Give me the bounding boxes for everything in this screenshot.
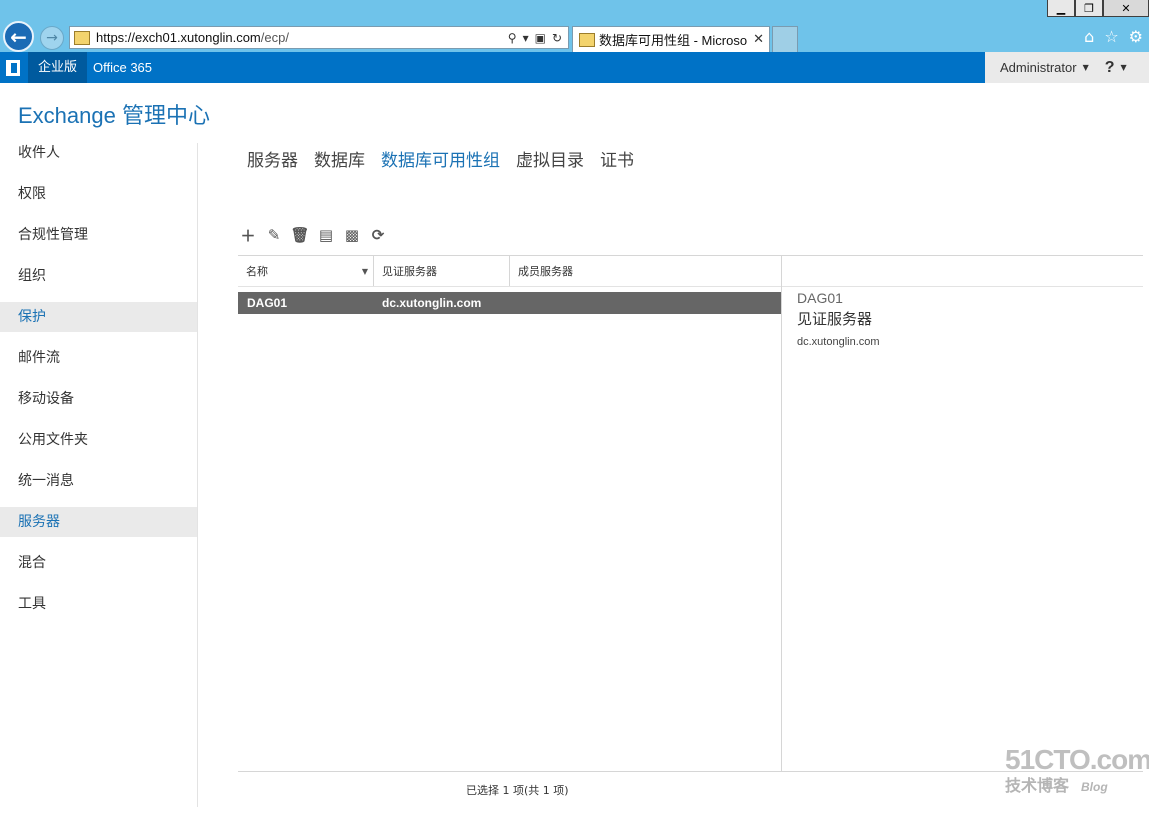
delete-icon[interactable]: 🗑 — [290, 226, 309, 244]
table-header: 名称 ▼ 见证服务器 成员服务器 — [238, 256, 781, 286]
sort-down-icon[interactable]: ▼ — [362, 267, 368, 276]
nav-divider — [197, 143, 198, 807]
list-details-split — [781, 256, 782, 771]
chevron-down-icon: ▼ — [1082, 63, 1089, 72]
exchange-favicon-icon — [74, 30, 90, 45]
details-value: dc.xutonglin.com — [797, 336, 880, 348]
table-row[interactable]: DAG01 dc.xutonglin.com — [238, 292, 781, 314]
restore-icon[interactable]: ❐ — [1075, 0, 1103, 17]
watermark-label: 技术博客 — [1005, 776, 1070, 795]
back-button[interactable]: ← — [3, 21, 34, 52]
url-path: /ecp/ — [260, 30, 289, 45]
tab-virtual-directories[interactable]: 虚拟目录 — [516, 146, 584, 171]
forward-button[interactable]: → — [40, 26, 64, 50]
refresh-icon[interactable]: ⟳ — [370, 226, 386, 244]
nav-item-public-folders[interactable]: 公用文件夹 — [0, 425, 197, 455]
reload-icon[interactable]: ↻ — [552, 31, 562, 45]
column-label: 成员服务器 — [518, 265, 573, 278]
nav-item-tools[interactable]: 工具 — [0, 589, 197, 619]
selection-status: 已选择 1 项(共 1 项) — [466, 784, 569, 797]
app-title: Exchange 管理中心 — [18, 103, 210, 128]
browser-chrome: ▁ ❐ ✕ ← → https://exch01.xutonglin.com/e… — [0, 0, 1149, 52]
row-witness: dc.xutonglin.com — [382, 296, 482, 310]
tab-strip: 服务器 数据库 数据库可用性组 虚拟目录 证书 — [247, 146, 634, 171]
favorites-star-icon[interactable]: ☆ — [1104, 27, 1118, 46]
help-button[interactable]: ? — [1105, 59, 1115, 77]
add-icon[interactable]: ＋ — [240, 226, 256, 245]
details-heading: 见证服务器 — [797, 310, 873, 328]
tab-close-icon[interactable]: ✕ — [748, 32, 769, 47]
row-name: DAG01 — [247, 296, 288, 310]
network-settings-icon[interactable]: ▩ — [344, 226, 360, 244]
nav-item-hybrid[interactable]: 混合 — [0, 548, 197, 578]
nav-item-servers[interactable]: 服务器 — [0, 507, 197, 537]
details-divider — [782, 286, 1143, 287]
tab-servers[interactable]: 服务器 — [247, 146, 298, 171]
suite-bar: 企业版 Office 365 Administrator ▼ ? ▼ — [0, 52, 1149, 83]
details-name: DAG01 — [797, 290, 843, 306]
nav-item-compliance[interactable]: 合规性管理 — [0, 220, 197, 250]
nav-item-permissions[interactable]: 权限 — [0, 179, 197, 209]
browser-tab[interactable]: 数据库可用性组 - Microso... ✕ — [572, 26, 770, 52]
nav-item-protection[interactable]: 保护 — [0, 302, 197, 332]
user-menu[interactable]: Administrator ▼ ? ▼ — [985, 52, 1149, 83]
home-icon[interactable]: ⌂ — [1084, 27, 1094, 46]
arrow-right-icon: → — [46, 30, 58, 46]
nav-item-organization[interactable]: 组织 — [0, 261, 197, 291]
tab-certificates[interactable]: 证书 — [600, 146, 634, 171]
tab-databases[interactable]: 数据库 — [314, 146, 365, 171]
header-divider — [238, 286, 781, 287]
column-label: 见证服务器 — [382, 265, 437, 278]
address-tools: ⚲ ▾ ▣ ↻ — [508, 31, 568, 45]
chevron-down-icon[interactable]: ▾ — [523, 31, 529, 45]
left-nav: 收件人 权限 合规性管理 组织 保护 邮件流 移动设备 公用文件夹 统一消息 服… — [0, 138, 197, 630]
nav-item-mail-flow[interactable]: 邮件流 — [0, 343, 197, 373]
column-label: 名称 — [246, 265, 268, 278]
column-header-witness[interactable]: 见证服务器 — [374, 256, 510, 286]
watermark-blog: Blog — [1081, 780, 1108, 794]
tab-dag[interactable]: 数据库可用性组 — [381, 146, 500, 171]
chevron-down-icon: ▼ — [1120, 63, 1127, 72]
suite-enterprise-link[interactable]: 企业版 — [28, 52, 88, 83]
lock-icon[interactable]: ▣ — [535, 31, 546, 45]
nav-item-unified-messaging[interactable]: 统一消息 — [0, 466, 197, 496]
user-name: Administrator — [1000, 60, 1077, 75]
close-icon[interactable]: ✕ — [1103, 0, 1149, 17]
suite-office365-link[interactable]: Office 365 — [93, 52, 152, 83]
toolbar: ＋ ✎ 🗑 ▤ ▩ ⟳ — [240, 226, 386, 245]
watermark-logo: 51CTO.com 技术博客 Blog — [1005, 744, 1149, 804]
window-controls: ▁ ❐ ✕ — [1047, 0, 1149, 17]
settings-gear-icon[interactable]: ⚙ — [1129, 27, 1143, 46]
column-header-name[interactable]: 名称 ▼ — [238, 256, 374, 286]
url-host: https://exch01.xutonglin.com — [96, 30, 261, 45]
tab-title: 数据库可用性组 - Microso... — [599, 33, 749, 48]
browser-right-icons: ⌂ ☆ ⚙ — [1084, 27, 1143, 46]
address-bar[interactable]: https://exch01.xutonglin.com/ecp/ ⚲ ▾ ▣ … — [69, 26, 569, 49]
arrow-left-icon: ← — [10, 24, 27, 49]
address-url[interactable]: https://exch01.xutonglin.com/ecp/ — [96, 30, 508, 45]
column-header-members[interactable]: 成员服务器 — [510, 256, 781, 286]
search-icon[interactable]: ⚲ — [508, 31, 517, 45]
add-server-icon[interactable]: ▤ — [318, 226, 334, 244]
edit-icon[interactable]: ✎ — [266, 226, 282, 244]
exchange-favicon-icon — [579, 32, 595, 47]
minimize-icon[interactable]: ▁ — [1047, 0, 1075, 17]
office-logo-icon[interactable] — [6, 60, 20, 76]
nav-item-mobile[interactable]: 移动设备 — [0, 384, 197, 414]
nav-item-recipients[interactable]: 收件人 — [0, 138, 197, 168]
new-tab-button[interactable] — [772, 26, 798, 52]
